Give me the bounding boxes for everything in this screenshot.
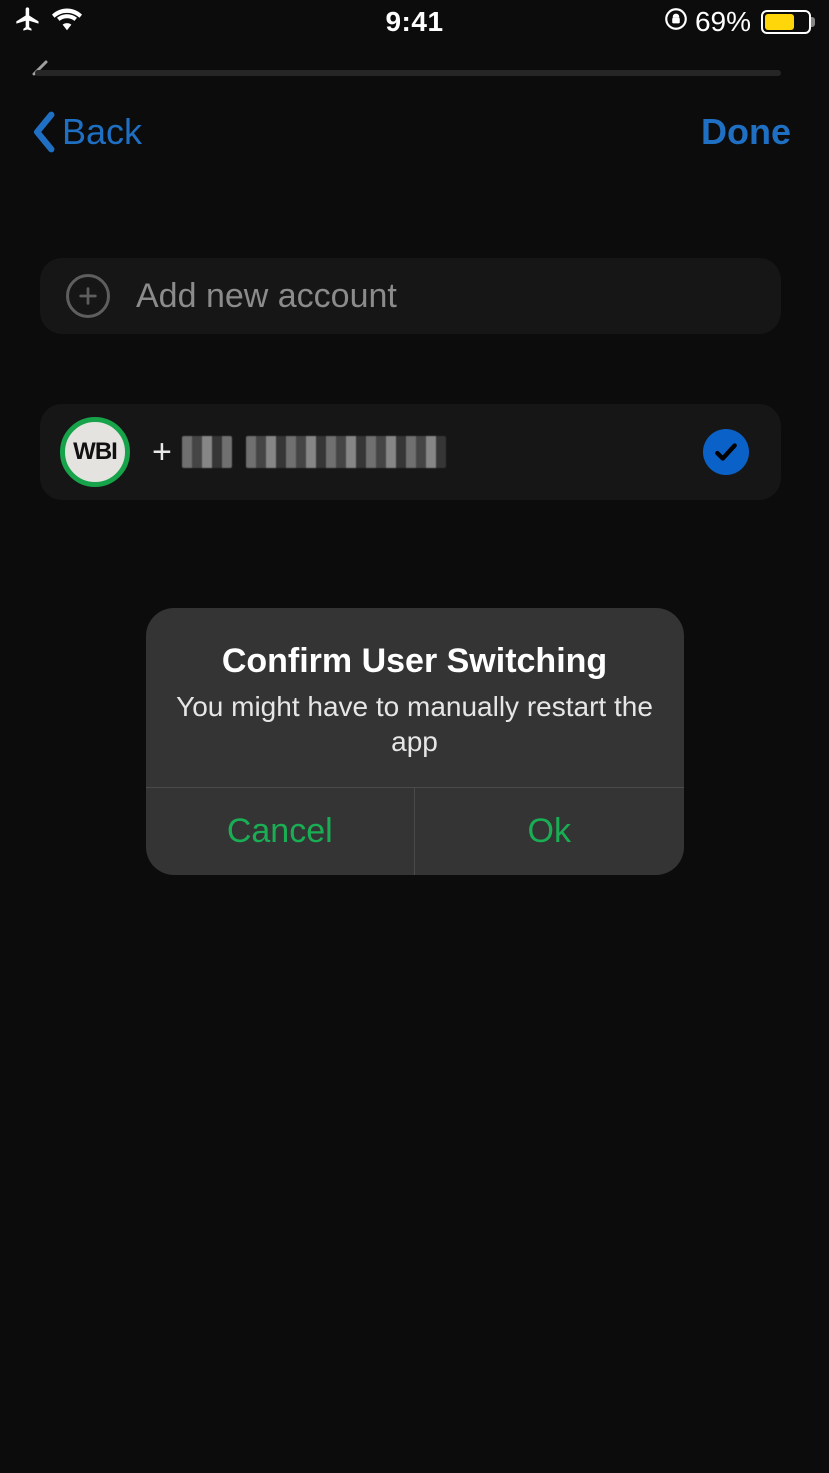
- avatar: WBI: [60, 417, 130, 487]
- avatar-text: WBI: [73, 438, 117, 466]
- status-left: [14, 5, 82, 40]
- account-phone: +: [152, 433, 681, 472]
- status-right: 69%: [663, 6, 811, 39]
- phone-number-redacted: [182, 434, 446, 470]
- dialog-body: Confirm User Switching You might have to…: [146, 608, 684, 787]
- back-label: Back: [62, 111, 142, 153]
- selected-check-icon: [703, 429, 749, 475]
- dialog-title: Confirm User Switching: [170, 642, 660, 681]
- plus-circle-icon: [66, 274, 110, 318]
- nav-bar: Back Done: [0, 98, 829, 166]
- airplane-mode-icon: [14, 5, 42, 40]
- ok-button[interactable]: Ok: [414, 788, 684, 875]
- wifi-icon: [52, 6, 82, 38]
- cancel-button[interactable]: Cancel: [146, 788, 415, 875]
- done-button[interactable]: Done: [701, 111, 791, 153]
- back-button[interactable]: Back: [30, 110, 142, 154]
- add-account-label: Add new account: [136, 277, 397, 316]
- phone-prefix: +: [152, 433, 172, 472]
- add-account-button[interactable]: Add new account: [40, 258, 781, 334]
- battery-fill: [765, 14, 794, 30]
- account-row[interactable]: WBI +: [40, 404, 781, 500]
- battery-percentage: 69%: [695, 6, 751, 38]
- orientation-lock-icon: [663, 6, 689, 39]
- dialog-message: You might have to manually restart the a…: [170, 689, 660, 759]
- dialog-actions: Cancel Ok: [146, 787, 684, 875]
- status-time: 9:41: [385, 6, 443, 38]
- chevron-left-icon: [30, 110, 60, 154]
- confirm-dialog: Confirm User Switching You might have to…: [146, 608, 684, 875]
- sheet-grabber[interactable]: [35, 70, 781, 76]
- status-bar: 9:41 69%: [0, 0, 829, 44]
- account-list: Add new account WBI +: [40, 258, 781, 570]
- battery-icon: [761, 10, 811, 34]
